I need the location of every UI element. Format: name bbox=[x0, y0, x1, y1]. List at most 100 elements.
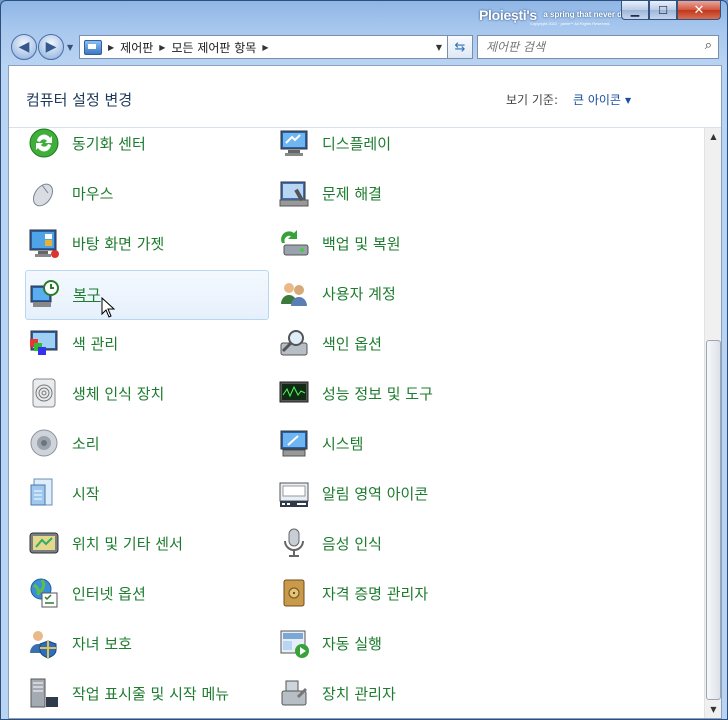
search-box[interactable]: ⌕ bbox=[477, 35, 719, 59]
item-label: 자동 실행 bbox=[322, 635, 382, 653]
recent-pages-dropdown[interactable]: ▼ bbox=[67, 43, 73, 52]
item-label: 복구 bbox=[73, 286, 101, 304]
breadcrumb-control-panel[interactable]: 제어판 bbox=[120, 39, 153, 56]
item-label: 색 관리 bbox=[72, 335, 119, 353]
item-label: 색인 옵션 bbox=[322, 335, 382, 353]
breadcrumb-arrow-icon[interactable]: ▶ bbox=[108, 43, 114, 52]
item-label: 문제 해결 bbox=[322, 185, 382, 203]
item-label: 디스플레이 bbox=[322, 135, 392, 153]
address-dropdown-icon[interactable]: ▼ bbox=[436, 43, 442, 52]
branding: Ploiești's a spring that never dries Cop… bbox=[479, 7, 636, 26]
scroll-down-arrow-icon[interactable]: ▼ bbox=[705, 701, 721, 718]
item-sound[interactable]: 소리 bbox=[25, 420, 267, 468]
control-panel-items: 동기화 센터 디스플레이 마우스 문제 해결 바탕 화면 가젯 백업 및 복원 … bbox=[9, 128, 703, 718]
item-sync-center[interactable]: 동기화 센터 bbox=[25, 120, 267, 168]
scroll-up-arrow-icon[interactable]: ▲ bbox=[705, 128, 721, 145]
maximize-button[interactable]: ☐ bbox=[649, 1, 677, 20]
control-panel-icon bbox=[84, 39, 102, 55]
item-getting-started[interactable]: 시작 bbox=[25, 470, 267, 518]
vertical-scrollbar[interactable]: ▲ ▼ bbox=[704, 128, 721, 718]
item-indexing-options[interactable]: 색인 옵션 bbox=[275, 320, 517, 368]
item-parental-controls[interactable]: 자녀 보호 bbox=[25, 620, 267, 668]
item-label: 성능 정보 및 도구 bbox=[322, 385, 433, 403]
item-label: 마우스 bbox=[72, 185, 114, 203]
item-label: 시스템 bbox=[322, 435, 364, 453]
indexing-options-icon bbox=[280, 330, 308, 356]
user-accounts-icon bbox=[281, 283, 307, 306]
scrollbar-thumb[interactable] bbox=[706, 340, 721, 700]
speech-recognition-icon bbox=[284, 528, 304, 557]
item-label: 백업 및 복원 bbox=[322, 235, 401, 253]
item-speech-recognition[interactable]: 음성 인식 bbox=[275, 520, 517, 568]
item-user-accounts[interactable]: 사용자 계정 bbox=[275, 270, 517, 318]
item-autoplay[interactable]: 자동 실행 bbox=[275, 620, 517, 668]
item-desktop-gadgets[interactable]: 바탕 화면 가젯 bbox=[25, 220, 267, 268]
navigation-bar: ◀ ▶ ▼ ▶ 제어판 ▶ 모든 제어판 항목 ▶ ▼ ⇆ ⌕ bbox=[1, 31, 727, 63]
item-display[interactable]: 디스플레이 bbox=[275, 120, 517, 168]
minimize-button[interactable]: ▁ bbox=[621, 1, 649, 20]
item-internet-options[interactable]: 인터넷 옵션 bbox=[25, 570, 267, 618]
notification-area-icon bbox=[279, 482, 309, 507]
item-color-management[interactable]: 색 관리 bbox=[25, 320, 267, 368]
back-button[interactable]: ◀ bbox=[11, 34, 37, 60]
breadcrumb-arrow-icon[interactable]: ▶ bbox=[159, 43, 165, 52]
item-device-manager[interactable]: 장치 관리자 bbox=[275, 670, 517, 718]
performance-tools-icon bbox=[279, 381, 309, 403]
search-icon[interactable]: ⌕ bbox=[705, 38, 712, 53]
item-taskbar-start-menu[interactable]: 작업 표시줄 및 시작 메뉴 bbox=[25, 670, 267, 718]
getting-started-icon bbox=[30, 478, 53, 506]
item-label: 사용자 계정 bbox=[322, 285, 396, 303]
item-system[interactable]: 시스템 bbox=[275, 420, 517, 468]
item-biometric-devices[interactable]: 생체 인식 장치 bbox=[25, 370, 267, 418]
forward-arrow-icon: ▶ bbox=[45, 39, 57, 55]
close-button[interactable]: ✕ bbox=[677, 1, 721, 20]
breadcrumb-end: ▶ bbox=[262, 43, 274, 52]
view-by-value[interactable]: 큰 아이콘 bbox=[573, 93, 621, 107]
item-label: 알림 영역 아이콘 bbox=[322, 485, 429, 503]
item-credential-manager[interactable]: 자격 증명 관리자 bbox=[275, 570, 517, 618]
internet-options-icon bbox=[30, 578, 58, 608]
breadcrumb-all-items[interactable]: 모든 제어판 항목 bbox=[171, 39, 256, 56]
item-location-sensors[interactable]: 위치 및 기타 센서 bbox=[25, 520, 267, 568]
item-label: 작업 표시줄 및 시작 메뉴 bbox=[72, 685, 230, 703]
search-input[interactable] bbox=[484, 36, 688, 58]
sound-icon bbox=[30, 429, 58, 457]
caption-buttons: ▁ ☐ ✕ bbox=[621, 1, 721, 20]
item-recovery[interactable]: 복구 bbox=[25, 270, 269, 320]
device-manager-icon bbox=[281, 680, 308, 706]
mouse-pointer-icon bbox=[101, 297, 115, 318]
content-pane: 컴퓨터 설정 변경 보기 기준: 큰 아이콘 ▼ 동기화 센터 디스플레이 마우… bbox=[8, 65, 722, 719]
display-icon bbox=[280, 130, 308, 156]
item-label: 바탕 화면 가젯 bbox=[72, 235, 165, 253]
item-label: 동기화 센터 bbox=[72, 135, 146, 153]
taskbar-start-menu-icon bbox=[30, 678, 58, 708]
system-icon bbox=[280, 430, 308, 457]
biometric-devices-icon bbox=[32, 378, 56, 408]
sync-center-icon bbox=[29, 128, 59, 158]
content-header: 컴퓨터 설정 변경 보기 기준: 큰 아이콘 ▼ bbox=[9, 66, 721, 128]
item-mouse[interactable]: 마우스 bbox=[25, 170, 267, 218]
item-label: 시작 bbox=[72, 485, 100, 503]
breadcrumb: ▶ 제어판 bbox=[108, 39, 153, 56]
refresh-icon: ⇆ bbox=[454, 39, 466, 55]
item-label: 생체 인식 장치 bbox=[72, 385, 165, 403]
dropdown-arrow-icon[interactable]: ▼ bbox=[625, 96, 631, 105]
item-label: 자격 증명 관리자 bbox=[322, 585, 429, 603]
brand-name: Ploiești's bbox=[479, 7, 537, 23]
item-label: 장치 관리자 bbox=[322, 685, 396, 703]
page-title: 컴퓨터 설정 변경 bbox=[26, 91, 133, 109]
item-troubleshooting[interactable]: 문제 해결 bbox=[275, 170, 517, 218]
address-bar[interactable]: ▶ 제어판 ▶ 모든 제어판 항목 ▶ ▼ bbox=[79, 35, 448, 59]
item-notification-area[interactable]: 알림 영역 아이콘 bbox=[275, 470, 517, 518]
item-label: 음성 인식 bbox=[322, 535, 382, 553]
view-by-label: 보기 기준: bbox=[506, 93, 559, 107]
refresh-button[interactable]: ⇆ bbox=[447, 35, 473, 59]
item-backup-restore[interactable]: 백업 및 복원 bbox=[275, 220, 517, 268]
breadcrumb: ▶ 모든 제어판 항목 bbox=[159, 39, 256, 56]
forward-button[interactable]: ▶ bbox=[38, 34, 64, 60]
item-performance-tools[interactable]: 성능 정보 및 도구 bbox=[275, 370, 517, 418]
view-by-dropdown[interactable]: 큰 아이콘 ▼ bbox=[573, 91, 631, 108]
brand-copyright: Copyright 2022 · jamie** All Rights Rese… bbox=[530, 21, 611, 26]
back-arrow-icon: ◀ bbox=[18, 39, 30, 55]
breadcrumb-arrow-icon[interactable]: ▶ bbox=[262, 43, 268, 52]
